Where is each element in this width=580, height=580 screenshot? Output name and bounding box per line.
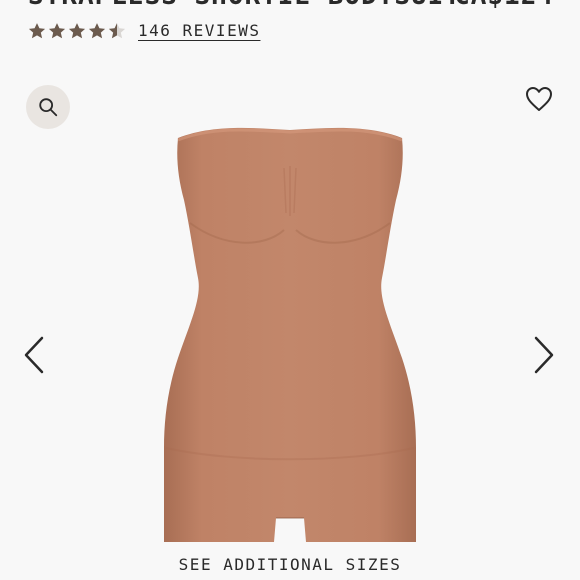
reviews-link[interactable]: 146 REVIEWS [138, 21, 260, 40]
chevron-left-icon [24, 336, 44, 374]
star-half-icon [108, 23, 126, 39]
search-icon [39, 98, 58, 117]
next-image-button[interactable] [532, 335, 556, 375]
see-additional-sizes-link[interactable]: SEE ADDITIONAL SIZES [0, 555, 580, 574]
star-icon [48, 23, 66, 39]
product-title: STRAPLESS SHORTIE BODYSUIT [28, 0, 461, 11]
product-image [164, 127, 416, 542]
star-icon [28, 23, 46, 39]
zoom-button[interactable] [26, 85, 70, 129]
rating-stars[interactable] [27, 19, 127, 43]
previous-image-button[interactable] [22, 335, 46, 375]
product-price: CA$124 [454, 0, 554, 11]
heart-icon [526, 87, 552, 111]
wishlist-button[interactable] [524, 85, 554, 113]
chevron-right-icon [534, 336, 554, 374]
star-icon [88, 23, 106, 39]
star-icon [68, 23, 86, 39]
